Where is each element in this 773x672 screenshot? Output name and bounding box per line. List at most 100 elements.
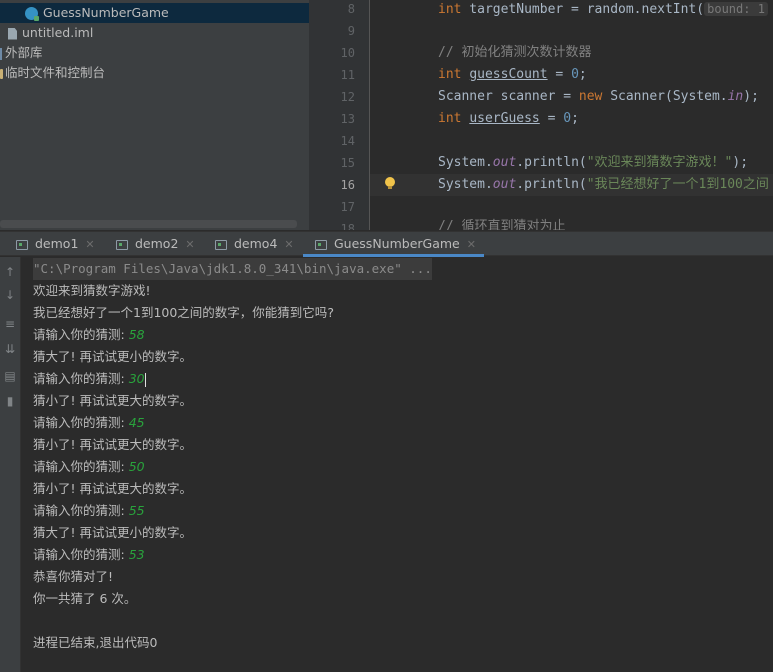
console-prompt: 请输入你的猜测:	[33, 459, 129, 474]
code-field: in	[727, 89, 744, 104]
up-arrow-icon[interactable]: ↑	[1, 263, 19, 281]
code-text: Scanner scanner =	[438, 89, 579, 104]
code-line-13: int userGuess = 0;	[438, 108, 579, 130]
run-config-icon	[116, 239, 128, 250]
console-line: 恭喜你猜对了!	[33, 569, 114, 584]
code-line-12: Scanner scanner = new Scanner(System.in)…	[438, 86, 759, 108]
user-input: 55	[128, 503, 145, 518]
console-line: 猜小了! 再试试更大的数字。	[33, 393, 192, 408]
console-line: 请输入你的猜测: 45	[33, 412, 145, 434]
code-line-10: // 初始化猜测次数计数器	[438, 45, 592, 60]
code-field: out	[492, 155, 517, 170]
tree-item-label: 临时文件和控制台	[5, 65, 106, 80]
console-line: 猜大了! 再试试更小的数字。	[33, 349, 192, 364]
run-toolbar: ↑ ↓ ≡ ⇊ ▤ ▮	[0, 257, 21, 672]
console-line: 我已经想好了一个1到100之间的数字，你能猜到它吗?	[33, 305, 334, 320]
console-prompt: 请输入你的猜测:	[33, 415, 129, 430]
console-prompt: 请输入你的猜测:	[33, 547, 129, 562]
code-text: ;	[578, 67, 587, 82]
user-input: 30	[128, 371, 145, 386]
soft-wrap-icon[interactable]: ≡	[1, 315, 19, 333]
code-editor[interactable]: 8 9 10 11 12 13 14 15 16 17 18 int targe…	[309, 0, 773, 230]
console-prompt: 请输入你的猜测:	[33, 503, 129, 518]
code-line-15: System.out.println("欢迎来到猜数字游戏！");	[438, 152, 748, 174]
user-input: 50	[128, 459, 145, 474]
line-number-gutter: 8 9 10 11 12 13 14 15 16 17 18	[309, 0, 369, 230]
horizontal-scrollbar[interactable]	[0, 220, 297, 228]
scroll-to-end-icon[interactable]: ⇊	[1, 340, 19, 358]
code-text: System.	[438, 177, 493, 192]
tab-label: demo1	[35, 236, 79, 251]
code-text: System.	[438, 155, 493, 170]
code-text: targetNumber = random.nextInt(	[461, 2, 705, 17]
console-prompt: 请输入你的猜测:	[33, 327, 129, 342]
line-number: 9	[347, 24, 355, 38]
console-line: 猜大了! 再试试更小的数字。	[33, 525, 192, 540]
code-line-8: int targetNumber = random.nextInt(bound:…	[438, 0, 768, 20]
code-text: );	[743, 89, 759, 104]
close-icon[interactable]: ✕	[85, 233, 94, 257]
code-text: =	[547, 67, 572, 82]
console-prompt: 请输入你的猜测:	[33, 371, 129, 386]
code-variable: userGuess	[469, 111, 540, 126]
code-keyword: int	[438, 111, 462, 126]
down-arrow-icon[interactable]: ↓	[1, 286, 19, 304]
console-output[interactable]: "C:\Program Files\Java\jdk1.8.0_341\bin\…	[21, 257, 773, 672]
close-icon[interactable]: ✕	[467, 233, 476, 257]
lightbulb-icon[interactable]	[385, 177, 395, 190]
line-number: 8	[347, 2, 355, 16]
line-number: 10	[340, 46, 355, 60]
tree-item-label: 外部库	[5, 45, 43, 60]
project-tree-panel: GuessNumberGame untitled.iml 外部库 临时文件和控制…	[0, 0, 309, 230]
tab-guessnumbergame[interactable]: GuessNumberGame ✕	[303, 232, 484, 257]
code-text: =	[539, 111, 564, 126]
console-line: 欢迎来到猜数字游戏!	[33, 283, 151, 298]
code-number: 0	[563, 111, 572, 126]
close-icon[interactable]: ✕	[185, 233, 194, 257]
line-number: 13	[340, 112, 355, 126]
user-input: 45	[128, 415, 145, 430]
code-variable: guessCount	[469, 67, 548, 82]
code-keyword: int	[438, 2, 462, 17]
tree-item-label: GuessNumberGame	[43, 5, 169, 20]
line-number: 17	[340, 200, 355, 214]
code-text: .println(	[516, 177, 587, 192]
console-line: 猜小了! 再试试更大的数字。	[33, 437, 192, 452]
console-line: 请输入你的猜测: 55	[33, 500, 145, 522]
console-line: 请输入你的猜测: 30	[33, 368, 146, 390]
code-text: ;	[571, 111, 579, 126]
tree-item-external-libraries[interactable]: 外部库	[0, 43, 309, 63]
code-line-11: int guessCount = 0;	[438, 64, 587, 86]
run-config-icon	[16, 239, 28, 250]
tab-label: GuessNumberGame	[334, 236, 460, 251]
java-class-icon	[25, 7, 39, 21]
code-keyword: int	[438, 67, 462, 82]
run-config-icon	[215, 239, 227, 250]
code-text: );	[732, 155, 749, 170]
code-keyword: new	[578, 89, 603, 104]
tab-demo1[interactable]: demo1 ✕	[16, 232, 95, 257]
tab-demo2[interactable]: demo2 ✕	[116, 232, 195, 257]
tree-item-label: untitled.iml	[22, 25, 94, 40]
tree-item-scratches[interactable]: 临时文件和控制台	[0, 63, 309, 83]
code-line-16: System.out.println("我已经想好了一个1到100之间	[438, 174, 769, 196]
console-line: 猜小了! 再试试更大的数字。	[33, 481, 192, 496]
code-string: "欢迎来到猜数字游戏！"	[586, 155, 733, 170]
tab-demo4[interactable]: demo4 ✕	[215, 232, 294, 257]
console-command-line: "C:\Program Files\Java\jdk1.8.0_341\bin\…	[33, 258, 432, 280]
text-caret	[144, 372, 146, 387]
close-icon[interactable]: ✕	[284, 233, 293, 257]
tab-label: demo2	[135, 236, 179, 251]
print-icon[interactable]: ▤	[1, 367, 19, 385]
code-text: .println(	[516, 155, 587, 170]
line-number: 15	[340, 156, 355, 170]
line-number: 11	[340, 68, 355, 82]
tree-item-guessnumbergame[interactable]: GuessNumberGame	[0, 3, 309, 23]
trash-icon[interactable]: ▮	[1, 392, 19, 410]
gutter-separator	[369, 0, 370, 230]
tree-item-untitled-iml[interactable]: untitled.iml	[0, 23, 309, 43]
console-line: 你一共猜了 6 次。	[33, 591, 137, 606]
user-input: 58	[128, 327, 145, 342]
user-input: 53	[128, 547, 145, 562]
parameter-hint: bound: 1	[704, 2, 768, 16]
